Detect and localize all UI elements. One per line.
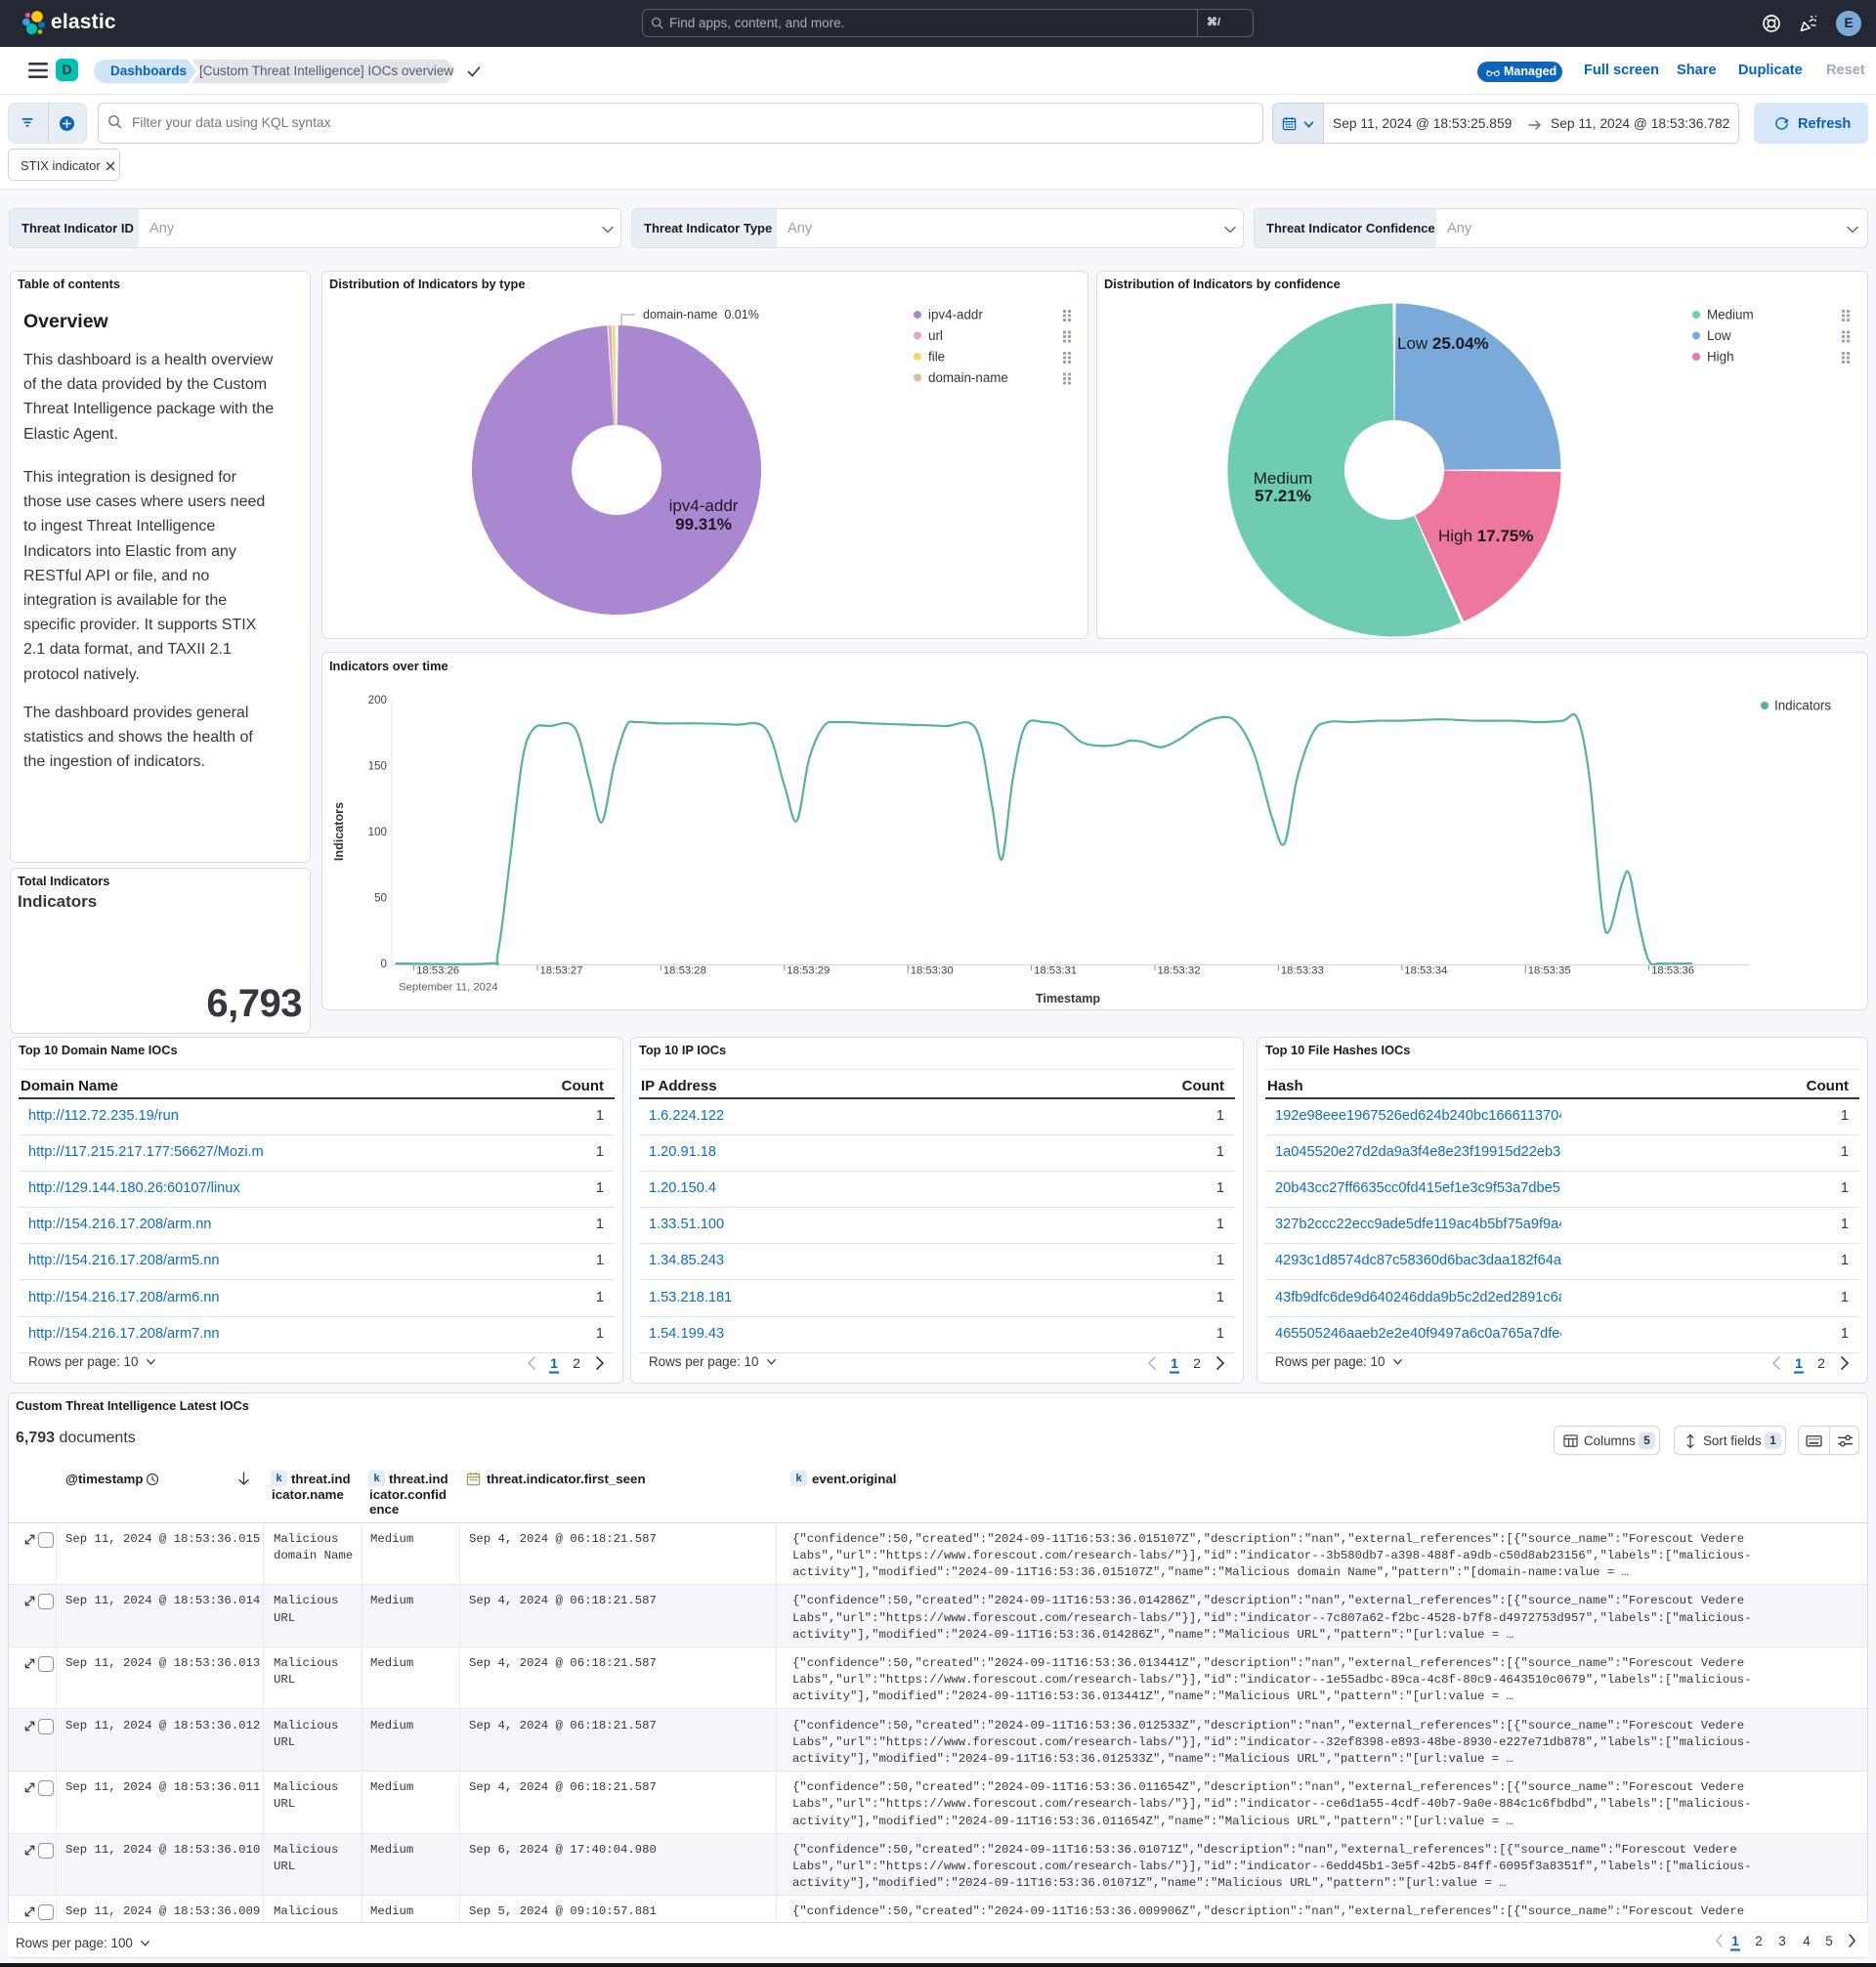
svg-text:1: 1 <box>1731 1934 1739 1948</box>
svg-text:3: 3 <box>1778 1934 1785 1948</box>
svg-text:5: 5 <box>1825 1934 1832 1948</box>
svg-text:2: 2 <box>1755 1934 1762 1948</box>
svg-text:4: 4 <box>1803 1934 1811 1948</box>
